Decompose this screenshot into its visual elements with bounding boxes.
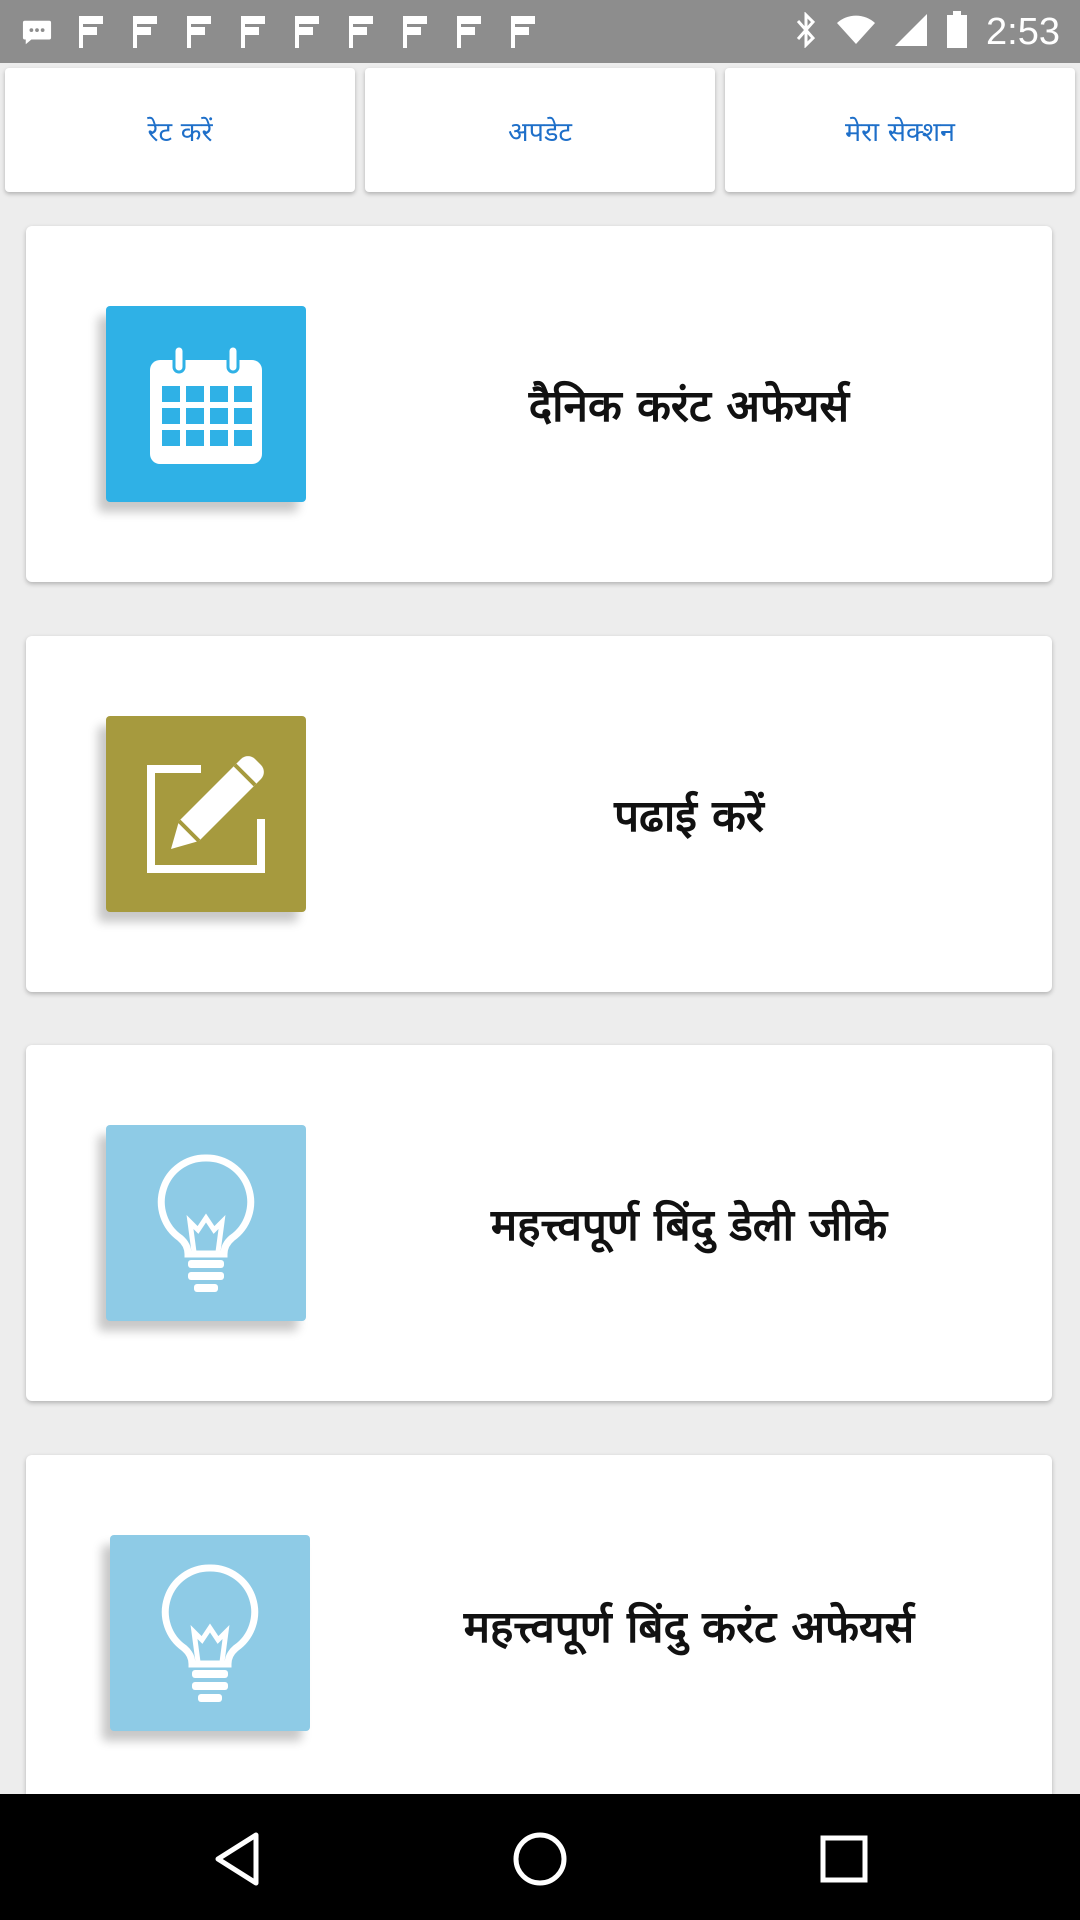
wifi-icon xyxy=(836,14,876,50)
flag-icon xyxy=(400,14,430,50)
card-title: पढाई करें xyxy=(614,791,764,842)
my-section-button[interactable]: मेरा सेक्शन xyxy=(725,68,1075,192)
recents-icon[interactable] xyxy=(812,1827,876,1891)
flag-icon xyxy=(130,14,160,50)
flag-icon xyxy=(454,14,484,50)
update-button[interactable]: अपडेट xyxy=(365,68,715,192)
home-icon[interactable] xyxy=(508,1827,572,1891)
status-bar: 2:53 xyxy=(0,0,1080,63)
card-important-points-daily-gk[interactable]: महत्त्वपूर्ण बिंदु डेली जीके xyxy=(26,1045,1052,1401)
rate-button[interactable]: रेट करें xyxy=(5,68,355,192)
notification-icons xyxy=(22,14,538,50)
flag-icon xyxy=(292,14,322,50)
card-title: महत्त्वपूर्ण बिंदु करंट अफेयर्स xyxy=(463,1601,915,1653)
top-action-bar: रेट करें अपडेट मेरा सेक्शन xyxy=(0,63,1080,203)
system-status: 2:53 xyxy=(794,10,1060,54)
bluetooth-icon xyxy=(794,11,818,52)
card-title: महत्त्वपूर्ण बिंदु डेली जीके xyxy=(490,1200,888,1251)
signal-icon xyxy=(894,13,928,51)
card-daily-current-affairs[interactable]: दैनिक करंट अफेयर्स xyxy=(26,226,1052,582)
flag-icon xyxy=(184,14,214,50)
flag-icon xyxy=(76,14,106,50)
status-time: 2:53 xyxy=(986,10,1060,53)
flag-icon xyxy=(238,14,268,50)
calendar-icon xyxy=(106,306,306,502)
lightbulb-icon xyxy=(106,1125,306,1321)
flag-icon xyxy=(508,14,538,50)
lightbulb-icon xyxy=(110,1535,310,1731)
card-study[interactable]: पढाई करें xyxy=(26,636,1052,992)
navigation-bar xyxy=(0,1794,1080,1920)
card-important-points-current-affairs[interactable]: महत्त्वपूर्ण बिंदु करंट अफेयर्स xyxy=(26,1455,1052,1794)
chat-icon xyxy=(22,14,52,50)
flag-icon xyxy=(346,14,376,50)
back-icon[interactable] xyxy=(205,1827,269,1891)
edit-icon xyxy=(106,716,306,912)
battery-icon xyxy=(946,11,968,53)
card-title: दैनिक करंट अफेयर्स xyxy=(528,381,850,432)
